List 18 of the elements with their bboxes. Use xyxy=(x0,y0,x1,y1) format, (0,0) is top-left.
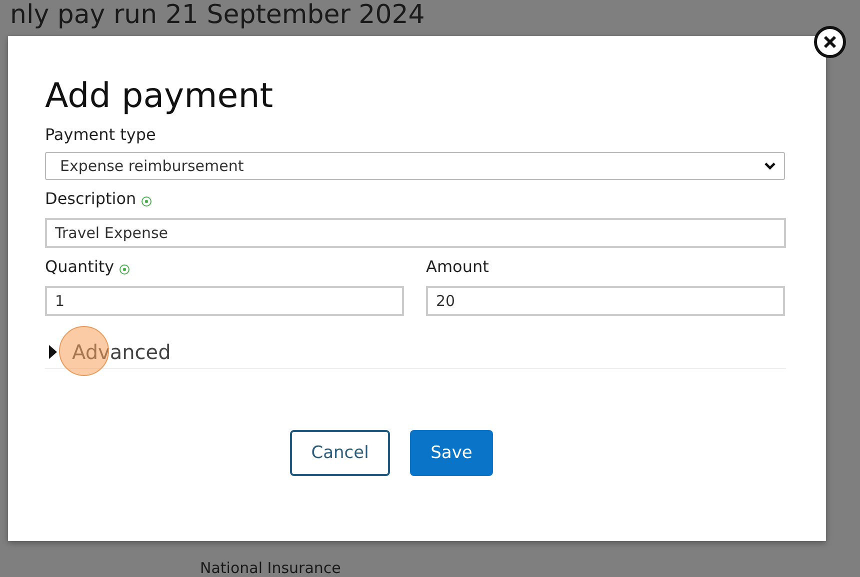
row-label: National Insurance xyxy=(200,559,341,577)
field-label: Quantity xyxy=(45,256,114,278)
amount-field[interactable]: 20 xyxy=(426,286,785,316)
close-icon[interactable] xyxy=(814,26,846,58)
help-icon[interactable] xyxy=(119,264,130,274)
field-label: Description xyxy=(45,188,136,210)
payment-type-dropdown[interactable]: Expense reimbursement xyxy=(45,152,785,180)
page-heading: nly pay run 21 September 2024 xyxy=(10,0,425,30)
dialog-title: Add payment xyxy=(45,76,274,116)
field-label: Payment type xyxy=(45,124,157,146)
help-icon[interactable] xyxy=(141,196,152,206)
save-button[interactable]: Save xyxy=(410,430,493,476)
field-label: Amount xyxy=(426,256,489,278)
description-field[interactable]: Travel Expense xyxy=(45,218,786,248)
quantity-field[interactable]: 1 xyxy=(45,286,404,316)
chevron-icon xyxy=(764,162,776,170)
cancel-button[interactable]: Cancel xyxy=(290,430,390,476)
disclosure-triangle-icon[interactable] xyxy=(48,345,58,359)
